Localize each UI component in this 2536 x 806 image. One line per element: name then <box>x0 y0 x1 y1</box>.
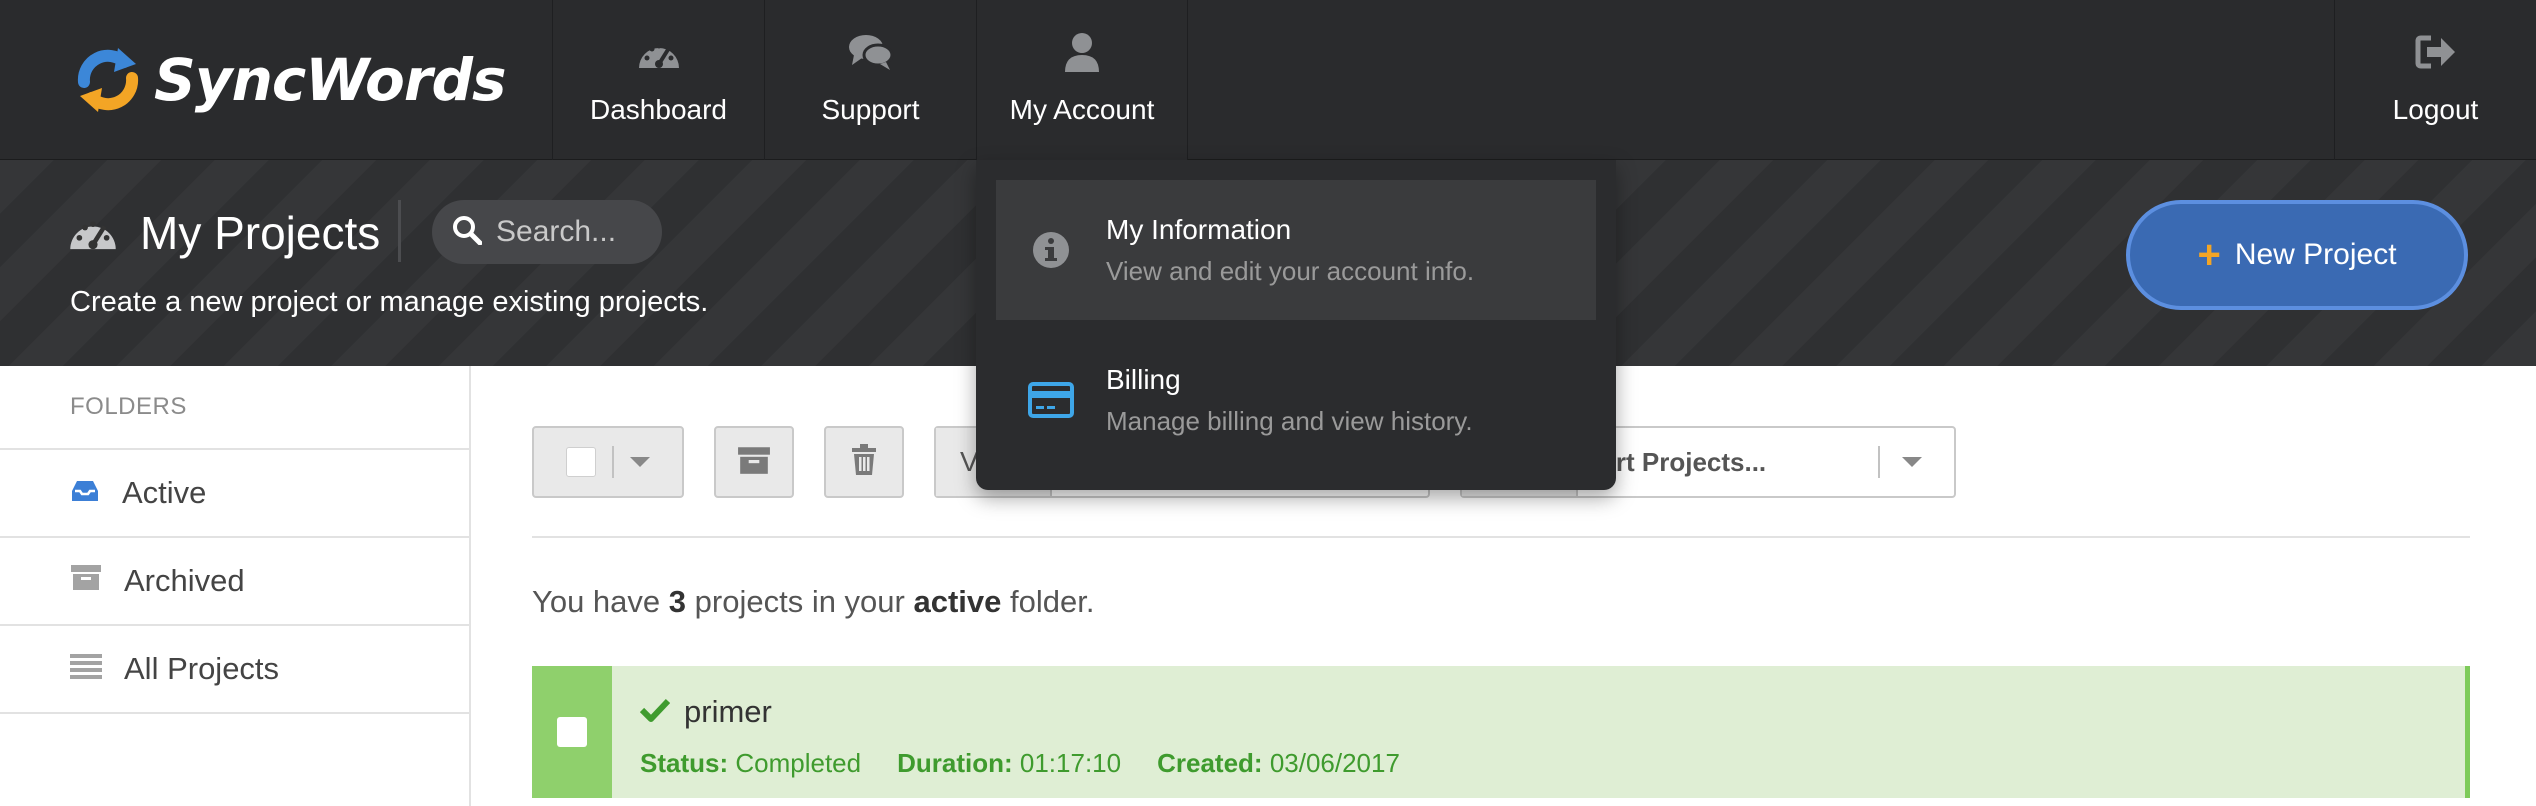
nav-tab-support[interactable]: Support <box>764 0 976 160</box>
status-label: Status: <box>640 748 729 778</box>
trash-icon <box>850 443 878 481</box>
menu-item-subtitle: View and edit your account info. <box>1106 255 1475 286</box>
project-created: Created: 03/06/2017 <box>1157 748 1400 779</box>
archive-box-icon <box>737 445 771 480</box>
speedometer-icon <box>68 210 118 257</box>
search-input[interactable] <box>496 215 656 249</box>
status-value: Completed <box>735 748 862 778</box>
bulk-select-dropdown[interactable] <box>532 426 684 498</box>
search-icon <box>452 215 483 250</box>
nav-tab-label: My Account <box>1009 94 1155 125</box>
nav-tab-label: Dashboard <box>590 94 727 125</box>
account-dropdown-menu: My Information View and edit your accoun… <box>976 160 1616 490</box>
nav-tab-my-account[interactable]: My Account <box>976 0 1188 160</box>
folders-sidebar: FOLDERS Active Archived All Projects <box>0 366 471 806</box>
list-icon <box>70 651 102 687</box>
folder-label: Archived <box>124 563 245 598</box>
folder-item-archived[interactable]: Archived <box>0 538 469 626</box>
chevron-down-icon <box>630 457 650 467</box>
project-name-link[interactable]: primer <box>684 694 772 730</box>
chat-bubbles-icon <box>848 30 894 74</box>
project-name-line: primer <box>639 694 1436 730</box>
folder-item-active[interactable]: Active <box>0 450 469 538</box>
page-subtitle: Create a new project or manage existing … <box>70 286 709 318</box>
page-title-group: My Projects <box>68 206 380 260</box>
new-project-button[interactable]: + New Project <box>2126 200 2468 310</box>
created-value: 03/06/2017 <box>1269 748 1400 778</box>
nav-tab-dashboard[interactable]: Dashboard <box>552 0 764 160</box>
project-duration: Duration: 01:17:10 <box>897 748 1121 779</box>
dropdown-separator <box>612 446 614 478</box>
menu-item-title: Billing <box>1106 363 1181 395</box>
menu-item-my-information[interactable]: My Information View and edit your accoun… <box>996 180 1596 320</box>
sort-select-value: ort Projects... <box>1600 446 1767 477</box>
sync-arrows-icon <box>77 48 139 112</box>
folder-label: All Projects <box>124 651 280 686</box>
delete-button[interactable] <box>824 426 904 498</box>
logout-icon <box>2415 30 2457 74</box>
brand-name: SyncWords <box>154 46 507 114</box>
project-checkbox[interactable] <box>557 717 587 747</box>
title-divider <box>398 200 401 262</box>
chevron-down-icon <box>1902 457 1922 467</box>
menu-item-text: Billing Manage billing and view history. <box>1106 364 1473 437</box>
nav-tab-label: Support <box>821 94 920 125</box>
speedometer-icon <box>637 30 681 74</box>
info-icon <box>996 230 1106 270</box>
select-all-checkbox[interactable] <box>566 447 596 477</box>
folders-heading: FOLDERS <box>0 366 469 450</box>
content-divider <box>532 536 2470 538</box>
page-title: My Projects <box>140 207 381 259</box>
user-icon <box>1064 30 1100 74</box>
inbox-icon <box>70 475 100 511</box>
project-select-column <box>532 666 612 798</box>
project-details: primer Status: Completed Duration: 01:17… <box>612 666 1436 798</box>
archive-button[interactable] <box>714 426 794 498</box>
project-row[interactable]: primer Status: Completed Duration: 01:17… <box>532 666 2470 798</box>
menu-item-subtitle: Manage billing and view history. <box>1106 405 1473 436</box>
logout-label: Logout <box>2392 94 2479 125</box>
duration-value: 01:17:10 <box>1019 748 1122 778</box>
summary-suffix: folder. <box>1010 584 1095 619</box>
project-meta: Status: Completed Duration: 01:17:10 Cre… <box>640 748 1436 779</box>
current-folder-name: active <box>913 584 1002 619</box>
checkmark-icon <box>639 698 671 727</box>
menu-item-title: My Information <box>1106 213 1292 245</box>
project-status: Status: Completed <box>640 748 861 779</box>
new-project-label: New Project <box>2234 238 2397 271</box>
summary-prefix: You have <box>532 584 661 619</box>
project-count: 3 <box>668 584 687 619</box>
folder-item-all-projects[interactable]: All Projects <box>0 626 469 714</box>
menu-item-billing[interactable]: Billing Manage billing and view history. <box>996 330 1596 470</box>
summary-middle: projects in your <box>694 584 905 619</box>
top-navigation: SyncWords Dashboard Support My Account L… <box>0 0 2536 160</box>
syncwords-logo[interactable]: SyncWords <box>70 40 507 120</box>
plus-icon: + <box>2197 233 2221 277</box>
credit-card-icon <box>996 382 1106 418</box>
archive-box-icon <box>70 563 102 599</box>
folder-label: Active <box>122 475 207 510</box>
dropdown-separator <box>1878 446 1880 478</box>
duration-label: Duration: <box>897 748 1013 778</box>
logout-button[interactable]: Logout <box>2334 0 2536 160</box>
created-label: Created: <box>1157 748 1263 778</box>
search-box[interactable] <box>432 200 662 264</box>
project-count-summary: You have 3 projects in your active folde… <box>532 584 1094 620</box>
menu-item-text: My Information View and edit your accoun… <box>1106 214 1474 287</box>
